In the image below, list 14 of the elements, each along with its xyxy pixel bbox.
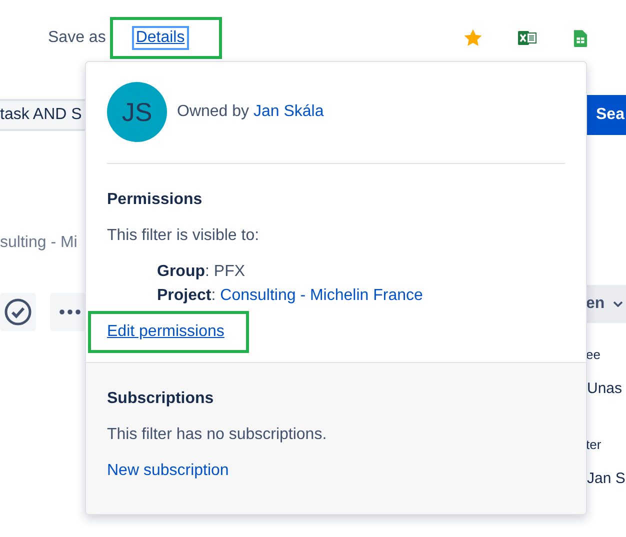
project-text: sulting - Mi: [0, 234, 78, 252]
section-heading: Permissions: [107, 191, 204, 209]
subscriptions-note: This filter has no subscriptions.: [107, 426, 327, 444]
avatar: JS: [107, 82, 167, 142]
permission-entry: Project: Consulting - Michelin France: [157, 287, 424, 305]
permissions-intro: This filter is visible to:: [107, 227, 260, 245]
field-value: Unas: [586, 380, 624, 397]
owner-text: Owned by Jan Skála: [177, 103, 324, 121]
view-button-label: en: [586, 295, 605, 313]
field-value: Jan S: [586, 470, 626, 487]
section-heading: Subscriptions: [107, 390, 214, 408]
column-label: ter: [586, 437, 602, 452]
permission-entry: Group: PFX: [157, 263, 246, 281]
column-label: ee: [586, 347, 602, 362]
